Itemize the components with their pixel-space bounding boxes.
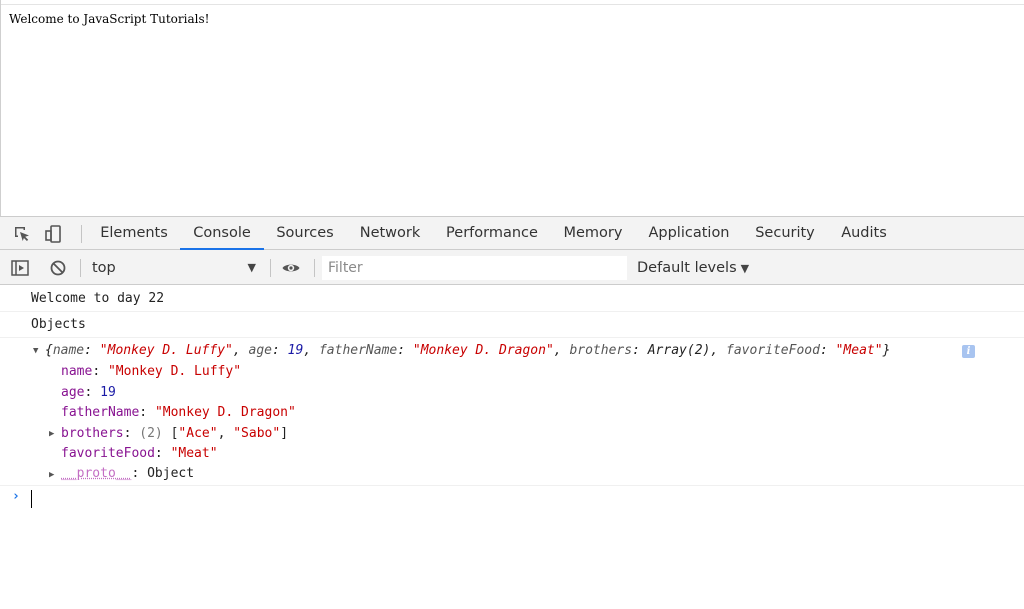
tab-application[interactable]: Application	[644, 217, 734, 250]
context-select-value: top	[92, 260, 116, 276]
object-property-row-expandable[interactable]: brothers: (2) ["Ace", "Sabo"]	[61, 425, 288, 443]
tab-security[interactable]: Security	[750, 217, 820, 250]
console-object-message: ▼ {name: "Monkey D. Luffy", age: 19, fat…	[0, 338, 1024, 486]
inspect-element-icon[interactable]	[12, 224, 32, 244]
tab-network[interactable]: Network	[354, 217, 426, 250]
log-text: Objects	[31, 316, 86, 334]
tab-memory[interactable]: Memory	[558, 217, 628, 250]
collapse-triangle-icon[interactable]: ▼	[33, 346, 38, 356]
filter-input[interactable]	[322, 256, 627, 280]
text-caret	[31, 490, 32, 508]
object-property-row: fatherName: "Monkey D. Dragon"	[61, 404, 296, 422]
tab-elements[interactable]: Elements	[96, 217, 172, 250]
console-message: Welcome to day 22	[0, 286, 1024, 312]
tab-performance[interactable]: Performance	[442, 217, 542, 250]
chevron-down-icon: ▼	[741, 262, 749, 275]
object-summary[interactable]: {name: "Monkey D. Luffy", age: 19, fathe…	[45, 342, 890, 360]
tabbar-separator	[81, 225, 82, 243]
log-levels-label: Default levels	[637, 260, 737, 276]
show-sidebar-icon[interactable]	[10, 258, 30, 278]
chevron-down-icon: ▼	[248, 257, 256, 279]
tab-console[interactable]: Console	[180, 217, 264, 250]
expand-triangle-icon[interactable]: ▶	[49, 429, 54, 439]
console-message: Objects	[0, 312, 1024, 338]
tab-sources[interactable]: Sources	[272, 217, 338, 250]
console-output: Welcome to day 22 Objects ▼ {name: "Monk…	[0, 286, 1024, 609]
toolbar-separator	[270, 259, 271, 277]
page-viewport: Welcome to JavaScript Tutorials!	[0, 0, 1024, 216]
devtools-tabbar: Elements Console Sources Network Perform…	[0, 216, 1024, 250]
object-property-row: age: 19	[61, 384, 116, 402]
eye-icon[interactable]	[281, 258, 301, 278]
execution-context-select[interactable]: top ▼	[86, 257, 262, 279]
expand-triangle-icon[interactable]: ▶	[49, 470, 54, 480]
clear-console-icon[interactable]	[48, 258, 68, 278]
console-toolbar: top ▼ Default levels ▼	[0, 250, 1024, 285]
page-heading-text: Welcome to JavaScript Tutorials!	[9, 12, 209, 26]
object-property-row: name: "Monkey D. Luffy"	[61, 363, 241, 381]
console-prompt[interactable]: ›	[0, 485, 1024, 513]
info-icon[interactable]: i	[962, 345, 975, 358]
log-levels-dropdown[interactable]: Default levels ▼	[637, 257, 749, 279]
devtools-panel: Elements Console Sources Network Perform…	[0, 216, 1024, 609]
viewport-top-border	[1, 4, 1024, 5]
prompt-chevron-icon: ›	[12, 489, 20, 504]
object-property-row: favoriteFood: "Meat"	[61, 445, 218, 463]
toolbar-separator	[314, 259, 315, 277]
tab-audits[interactable]: Audits	[836, 217, 892, 250]
toolbar-separator	[80, 259, 81, 277]
object-property-row-expandable[interactable]: __proto__: Object	[61, 465, 194, 483]
device-toolbar-icon[interactable]	[44, 224, 64, 244]
log-text: Welcome to day 22	[31, 290, 164, 308]
